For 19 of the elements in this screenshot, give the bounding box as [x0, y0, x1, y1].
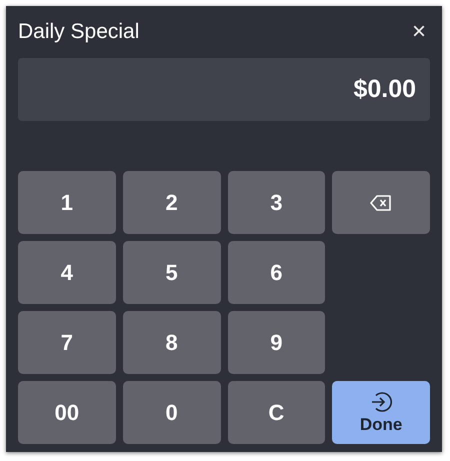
close-button[interactable]: × [408, 18, 430, 46]
keypad-key[interactable]: C [228, 381, 326, 444]
keypad-key[interactable]: 9 [228, 311, 326, 374]
keypad-key[interactable]: 0 [122, 381, 220, 444]
keypad-key[interactable]: 8 [122, 311, 220, 374]
keypad-key[interactable]: 2 [122, 171, 220, 234]
enter-icon [370, 390, 392, 412]
keypad-key[interactable]: 5 [122, 241, 220, 304]
keypad-key[interactable]: 3 [228, 171, 326, 234]
backspace-button[interactable] [332, 171, 430, 234]
keypad-key[interactable]: 00 [18, 381, 116, 444]
keypad-key[interactable]: 4 [18, 241, 116, 304]
keypad-key[interactable]: 7 [18, 311, 116, 374]
window-title: Daily Special [18, 20, 140, 44]
keypad-key[interactable]: 6 [228, 241, 326, 304]
done-button[interactable]: Done [332, 381, 430, 444]
amount-value: $0.00 [353, 75, 416, 104]
backspace-icon [370, 194, 392, 210]
keypad-key[interactable]: 1 [18, 171, 116, 234]
